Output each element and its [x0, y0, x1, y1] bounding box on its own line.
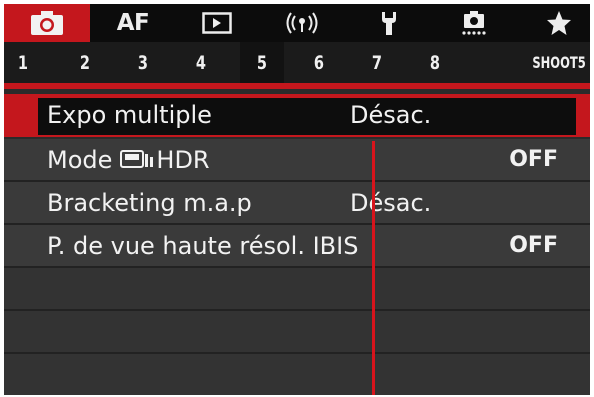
menu-item-value: OFF	[509, 147, 558, 172]
menu-item-expo-multiple[interactable]: Expo multiple Désac.	[4, 94, 590, 137]
page-1-label: 1	[17, 51, 29, 74]
page-4[interactable]: 4	[186, 42, 216, 83]
tab-my-menu[interactable]	[534, 4, 584, 42]
menu-empty-row	[4, 268, 590, 311]
menu-item-value: Désac.	[350, 100, 432, 129]
page-7[interactable]: 7	[362, 42, 392, 83]
page-5[interactable]: 5	[240, 42, 284, 83]
page-7-label: 7	[371, 51, 383, 74]
page-1[interactable]: 1	[8, 42, 38, 83]
menu-item-value: OFF	[509, 233, 558, 258]
menu-item-mode-hdr[interactable]: Mode HDR OFF	[4, 139, 590, 182]
tab-af[interactable]: AF	[100, 4, 166, 42]
menu-item-label: Bracketing m.a.p	[47, 188, 252, 217]
menu-item-high-res-ibis[interactable]: P. de vue haute résol. IBIS OFF	[4, 225, 590, 268]
menu-item-label-suffix: HDR	[156, 145, 210, 174]
wrench-icon	[382, 12, 396, 35]
page-2[interactable]: 2	[70, 42, 100, 83]
page-8-label: 8	[429, 51, 441, 74]
menu-item-bracketing-map[interactable]: Bracketing m.a.p Désac.	[4, 182, 590, 225]
wireless-icon	[286, 12, 318, 34]
section-label-text: SHOOT5	[532, 53, 586, 72]
menu-item-label-prefix: Mode	[47, 145, 113, 174]
menu-empty-row	[4, 311, 590, 354]
tab-wireless[interactable]	[276, 4, 328, 42]
camera-icon	[31, 11, 63, 35]
tab-custom-functions[interactable]	[448, 4, 500, 42]
star-icon	[547, 11, 571, 35]
menu-item-value: Désac.	[350, 188, 432, 217]
playback-icon	[202, 12, 232, 34]
page-4-label: 4	[195, 51, 207, 74]
page-8[interactable]: 8	[420, 42, 450, 83]
menu-item-label: Mode HDR	[47, 139, 210, 180]
camera-menu-screen: AF 1 2 3 4 5 6 7 8 SHOOT5 Expo multiple …	[4, 4, 590, 395]
page-5-label: 5	[256, 51, 268, 74]
hdr-icon	[120, 149, 154, 168]
page-6-label: 6	[313, 51, 325, 74]
red-marker-line	[372, 141, 375, 395]
menu-section-label: SHOOT5	[504, 42, 586, 83]
menu-item-label: P. de vue haute résol. IBIS	[47, 231, 359, 260]
menu-tab-bar: AF	[4, 4, 590, 42]
tab-setup[interactable]	[364, 4, 414, 42]
page-2-label: 2	[79, 51, 91, 74]
tab-underline	[4, 83, 590, 89]
tab-shooting[interactable]	[4, 4, 90, 42]
page-3[interactable]: 3	[128, 42, 158, 83]
tab-playback[interactable]	[190, 4, 244, 42]
page-6[interactable]: 6	[304, 42, 334, 83]
menu-empty-row	[4, 354, 590, 395]
page-3-label: 3	[137, 51, 149, 74]
custom-function-icon	[462, 11, 486, 35]
tab-af-label: AF	[116, 10, 150, 36]
menu-page-bar: 1 2 3 4 5 6 7 8 SHOOT5	[4, 42, 590, 83]
menu-item-label: Expo multiple	[47, 100, 212, 129]
